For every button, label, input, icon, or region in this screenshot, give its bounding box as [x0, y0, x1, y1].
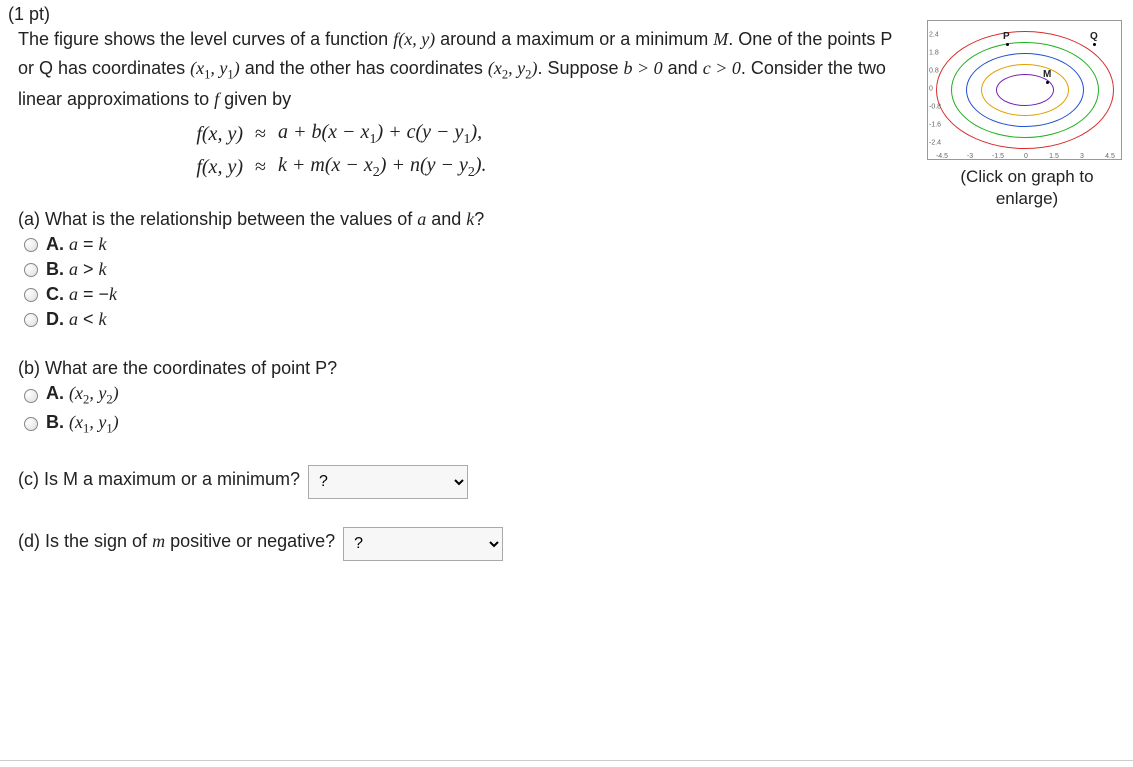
intro-text-4: and the other has coordinates [240, 58, 488, 78]
option-a-D-label: D. a < k [46, 309, 107, 330]
ytick: 0.8 [929, 68, 939, 75]
xtick: 3 [1080, 153, 1084, 160]
intro-text-8: given by [219, 89, 291, 109]
eq1-left: f(x, y) [168, 123, 243, 146]
intro-text-2: around a maximum or a minimum [435, 29, 713, 49]
approx-symbol-2: ≈ [255, 156, 266, 179]
option-a-B[interactable]: B. a > k [24, 259, 1125, 280]
point-P-dot [1006, 43, 1009, 46]
part-a: (a) What is the relationship between the… [18, 209, 1125, 330]
xy2-math: (x2, y2) [488, 58, 538, 78]
radio-icon[interactable] [24, 417, 38, 431]
option-a-A-label: A. a = k [46, 234, 107, 255]
eq2-left: f(x, y) [168, 156, 243, 179]
xtick: -1.5 [992, 153, 1004, 160]
part-d-question: (d) Is the sign of m positive or negativ… [18, 531, 335, 552]
eq1-right: a + b(x − x1) + c(y − y1), [278, 121, 482, 148]
b-cond: b > 0 [624, 58, 663, 78]
point-P-label: P [1003, 31, 1010, 42]
point-M-dot [1046, 81, 1049, 84]
radio-icon[interactable] [24, 263, 38, 277]
part-d-suffix: positive or negative? [165, 531, 335, 551]
part-c-question: (c) Is M a maximum or a minimum? [18, 469, 300, 490]
xtick: -4.5 [936, 153, 948, 160]
c-cond: c > 0 [703, 58, 741, 78]
radio-icon[interactable] [24, 238, 38, 252]
radio-icon[interactable] [24, 288, 38, 302]
option-a-B-label: B. a > k [46, 259, 107, 280]
point-Q-label: Q [1090, 31, 1098, 42]
part-a-text: (a) What is the relationship between the… [18, 209, 417, 229]
radio-icon[interactable] [24, 389, 38, 403]
option-b-B-label: B. (x1, y1) [46, 412, 119, 437]
qmark-a: ? [474, 209, 484, 229]
option-a-C-label: C. a = −k [46, 284, 117, 305]
graph-panel: P Q M -4.5 -3 -1.5 0 1.5 3 4.5 2.4 1.8 0… [927, 20, 1127, 210]
option-b-B[interactable]: B. (x1, y1) [24, 412, 1125, 437]
part-c-select[interactable]: ? [308, 465, 468, 499]
point-Q-dot [1093, 43, 1096, 46]
option-a-A[interactable]: A. a = k [24, 234, 1125, 255]
part-d-prefix: (d) Is the sign of [18, 531, 152, 551]
part-c: (c) Is M a maximum or a minimum? ? [18, 465, 1125, 499]
graph-caption: (Click on graph to enlarge) [927, 166, 1127, 210]
xtick: 0 [1024, 153, 1028, 160]
point-M-label: M [1043, 69, 1051, 80]
xtick: -3 [967, 153, 973, 160]
graph-box[interactable]: P Q M -4.5 -3 -1.5 0 1.5 3 4.5 2.4 1.8 0… [927, 20, 1122, 160]
eq2-right: k + m(x − x2) + n(y − y2). [278, 154, 487, 181]
option-a-D[interactable]: D. a < k [24, 309, 1125, 330]
ytick: -1.6 [929, 122, 941, 129]
option-b-A-label: A. (x2, y2) [46, 383, 119, 408]
ytick: 0 [929, 86, 933, 93]
part-a-question: (a) What is the relationship between the… [18, 209, 1125, 230]
radio-icon[interactable] [24, 313, 38, 327]
ytick: -2.4 [929, 140, 941, 147]
ytick: 1.8 [929, 50, 939, 57]
part-d: (d) Is the sign of m positive or negativ… [18, 527, 1125, 561]
intro-text-1: The figure shows the level curves of a f… [18, 29, 393, 49]
bottom-rule [0, 760, 1133, 761]
option-a-C[interactable]: C. a = −k [24, 284, 1125, 305]
intro-text-5: . Suppose [537, 58, 623, 78]
xtick: 4.5 [1105, 153, 1115, 160]
M-math: M [713, 29, 728, 49]
a-var: a [417, 209, 426, 229]
b-B-prefix: B. [46, 412, 69, 432]
ytick: -0.8 [929, 104, 941, 111]
approx-symbol-1: ≈ [255, 123, 266, 146]
part-b: (b) What are the coordinates of point P?… [18, 358, 1125, 436]
question-intro: The figure shows the level curves of a f… [18, 25, 898, 113]
option-b-A[interactable]: A. (x2, y2) [24, 383, 1125, 408]
fxy-math: f(x, y) [393, 29, 435, 49]
xy1-math: (x1, y1) [190, 58, 240, 78]
part-d-select[interactable]: ? [343, 527, 503, 561]
and-text: and [426, 209, 466, 229]
ytick: 2.4 [929, 32, 939, 39]
part-b-question: (b) What are the coordinates of point P? [18, 358, 1125, 379]
xtick: 1.5 [1049, 153, 1059, 160]
m-var: m [152, 531, 165, 551]
intro-text-6: and [663, 58, 703, 78]
b-A-prefix: A. [46, 383, 69, 403]
